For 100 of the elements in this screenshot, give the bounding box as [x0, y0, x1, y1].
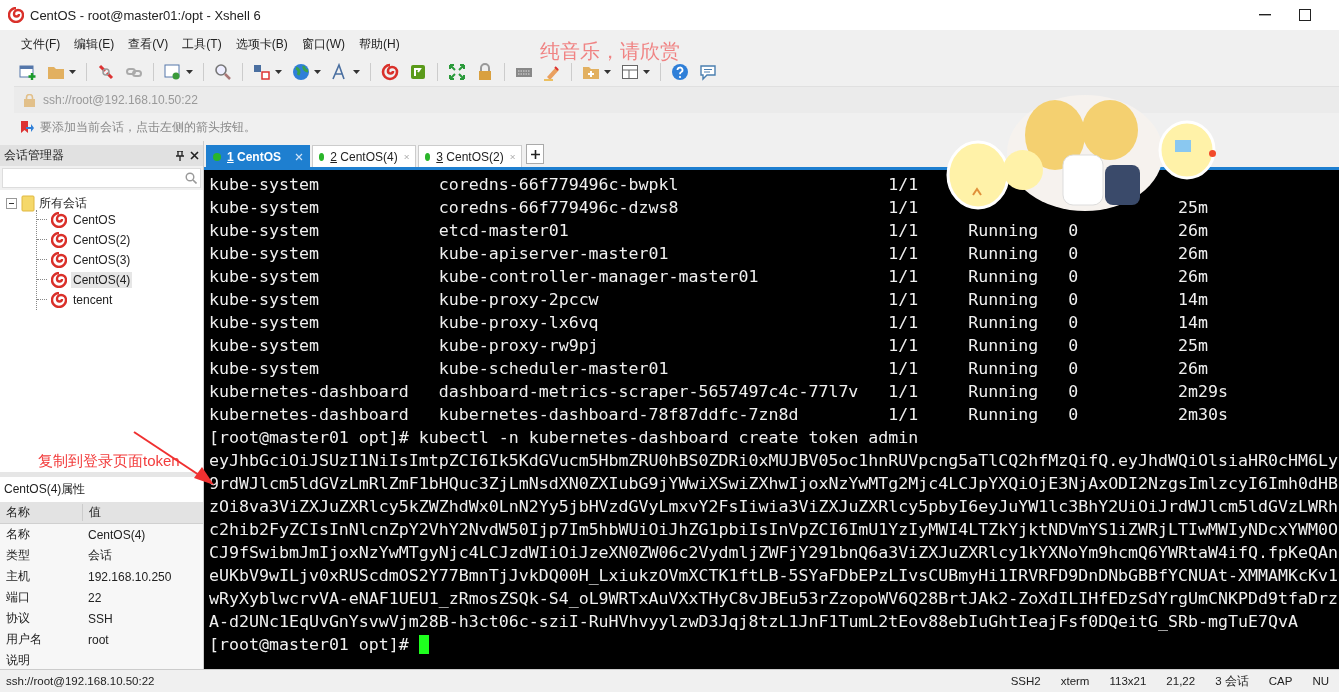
terminal-text: 1/1: [888, 358, 920, 380]
caret-icon[interactable]: [314, 70, 321, 74]
menu-item[interactable]: 文件(F): [14, 35, 68, 53]
terminal-text: 1/1: [888, 197, 920, 219]
chat-icon[interactable]: [699, 63, 717, 81]
menu-item[interactable]: 选项卡(B): [228, 35, 295, 53]
terminal-text: kubernetes-dashboard: [209, 381, 410, 403]
caret-icon[interactable]: [186, 70, 193, 74]
status-text: CAP: [1268, 675, 1293, 687]
table-cell-text: 端口: [5, 589, 31, 606]
lock-icon[interactable]: [476, 63, 494, 81]
search-field[interactable]: [2, 168, 201, 188]
globe-icon[interactable]: [292, 63, 310, 81]
session-tab[interactable]: 1 CentOS: [206, 145, 310, 167]
cursor: [418, 635, 429, 654]
terminal-command: [root@master01 opt]# kubectl -n kubernetes-dashboard create token admin: [209, 428, 919, 447]
caret-icon[interactable]: [353, 70, 360, 74]
caret-icon[interactable]: [643, 70, 650, 74]
status-text: NU: [1312, 675, 1329, 687]
tree-item[interactable]: CentOS(4): [71, 271, 133, 288]
terminal-text: kube-scheduler-master01: [438, 358, 670, 380]
terminal-text: kube-system: [209, 312, 320, 334]
terminal-text: Running: [968, 381, 1040, 403]
terminal-text: dashboard-metrics-scraper-5657497c4c-77l7v: [438, 381, 860, 403]
menu-item[interactable]: 帮助(H): [352, 35, 407, 53]
terminal-text: 2m30s: [1178, 404, 1229, 426]
menu-item[interactable]: 编辑(E): [67, 35, 122, 53]
status-dot: [319, 152, 325, 161]
pin-icon[interactable]: [176, 150, 184, 161]
terminal-text: kube-proxy-lx6vq: [438, 312, 600, 334]
terminal-text: 0: [1068, 335, 1080, 357]
tree-item[interactable]: CentOS(3): [71, 251, 133, 268]
collapse-toggle[interactable]: [6, 198, 17, 210]
session-tab[interactable]: 3 CentOS(2): [418, 145, 522, 167]
terminal-text: eyJhbGciOiJSUzI1NiIsImtpZCI6Ik5KdGVucm5HbmZRU0hBS0ZDRi0xMUJBV05oc1hnRUVpcng5aTlCQ2hfMzQifQ.eyJhdWQiOlsiaHR0cHM6Ly: [209, 451, 1338, 470]
terminal-text: etcd-master01: [438, 220, 570, 242]
table-cell-text: 22: [87, 590, 103, 605]
terminal-text: 1/1: [888, 312, 920, 334]
caret-icon[interactable]: [604, 70, 611, 74]
spiral-logo-icon: [51, 271, 67, 288]
terminal-text: 0: [1068, 289, 1080, 311]
table-cell-text: SSH: [87, 611, 114, 626]
terminal-text: 1/1: [888, 243, 920, 265]
table-cell-text: 192.168.10.250: [87, 569, 173, 584]
new-session-icon[interactable]: [19, 63, 37, 81]
layout-icon[interactable]: [621, 63, 639, 81]
menu-item[interactable]: 窗口(W): [294, 35, 352, 53]
terminal-text: kube-system: [209, 220, 320, 242]
terminal-text: Running: [968, 312, 1040, 334]
terminal-text: Running: [968, 220, 1040, 242]
add-tab-button[interactable]: [526, 144, 544, 164]
help-icon[interactable]: [671, 63, 689, 81]
maximize-icon[interactable]: [1299, 9, 1311, 21]
terminal-text: kube-system: [209, 243, 320, 265]
terminal-text: Running: [968, 335, 1040, 357]
hint-text: 要添加当前会话，点击左侧的箭头按钮。: [40, 118, 256, 136]
terminal-text: 0: [1068, 358, 1080, 380]
close-icon[interactable]: [190, 151, 199, 161]
transfer-box-icon[interactable]: [409, 63, 427, 81]
fullscreen-icon[interactable]: [448, 63, 466, 81]
column-header: 名称: [5, 504, 31, 521]
terminal-text: 1/1: [888, 335, 920, 357]
terminal-text: 1/1: [888, 220, 920, 242]
transfer-icon[interactable]: [253, 63, 271, 81]
terminal-text: 0: [1068, 404, 1080, 426]
highlighter-icon[interactable]: [543, 63, 561, 81]
menu-item[interactable]: 工具(T): [175, 35, 229, 53]
terminal-text: 2m29s: [1178, 381, 1229, 403]
session-tab[interactable]: 2 CentOS(4): [312, 145, 416, 167]
terminal-text: A-d2UNc1EqUvGnYsvwVjm28B-h3ct06c-sziI-RuHVhvyylzwD3Jqj8tzL1JnF1TumL2tEov88ebIuGhtIeajFsf0DQeitG_SRb-mgTuE7QvA: [209, 612, 1298, 631]
terminal-text: 26m: [1178, 266, 1209, 288]
spiral-icon[interactable]: [381, 63, 399, 81]
minimize-icon[interactable]: [1259, 14, 1271, 16]
terminal-text: 14m: [1178, 312, 1209, 334]
properties-icon[interactable]: [164, 63, 182, 81]
terminal-text: 0: [1068, 266, 1080, 288]
status-text: 21,22: [1166, 675, 1196, 687]
terminal-text: Running: [968, 266, 1040, 288]
terminal-text: kube-proxy-rw9pj: [438, 335, 600, 357]
caret-icon[interactable]: [69, 70, 76, 74]
tree-item[interactable]: tencent: [71, 291, 115, 308]
terminal-text: kube-system: [209, 358, 320, 380]
table-cell-text: 主机: [5, 568, 31, 585]
table-cell-text: 会话: [87, 547, 113, 564]
status-text: 113x21: [1109, 675, 1147, 687]
terminal-text: 0: [1068, 243, 1080, 265]
terminal-text: Running: [968, 289, 1040, 311]
caret-icon[interactable]: [275, 70, 282, 74]
notification-dot: [1209, 150, 1216, 157]
tree-item[interactable]: 所有会话: [39, 195, 87, 213]
terminal-screen[interactable]: [204, 170, 1339, 671]
tree-item[interactable]: CentOS: [71, 211, 118, 228]
bookmark-arrow-icon[interactable]: [20, 120, 34, 134]
terminal-text: 26m: [1178, 243, 1209, 265]
menu-item[interactable]: 查看(V): [121, 35, 176, 53]
search-icon[interactable]: [214, 63, 232, 81]
tree-item[interactable]: CentOS(2): [71, 231, 133, 248]
terminal-text: 1/1: [888, 174, 920, 196]
disconnect-icon[interactable]: [97, 63, 115, 81]
table-cell-text: 名称: [5, 526, 31, 543]
